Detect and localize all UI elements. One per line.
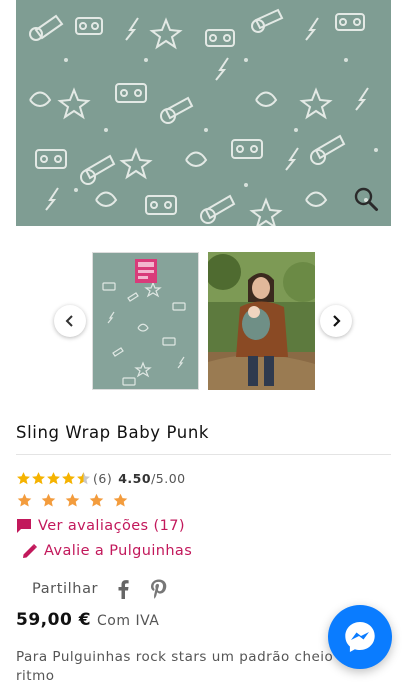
- product-price: 59,00 €: [16, 610, 92, 630]
- star-full-icon: [17, 471, 30, 484]
- thumbnail-person-wearing[interactable]: [208, 252, 315, 390]
- person-thumbnail-image: [208, 252, 315, 390]
- chevron-right-icon: [333, 315, 341, 327]
- product-main-image[interactable]: [16, 0, 391, 226]
- rating-average: 4.50: [118, 470, 152, 486]
- star-full-icon: [62, 471, 75, 484]
- messenger-icon: [345, 622, 375, 652]
- thumbnail-fabric[interactable]: [92, 252, 199, 390]
- price-block: 59,00 € Com IVA: [16, 610, 159, 630]
- star-half-icon: [77, 471, 90, 484]
- rate-star-icon[interactable]: [16, 492, 33, 509]
- rate-product-link[interactable]: Avalie a Pulguinhas: [22, 543, 192, 559]
- view-reviews-link[interactable]: Ver avaliações (17): [16, 518, 185, 534]
- share-label: Partilhar: [32, 581, 99, 597]
- messenger-chat-button[interactable]: [328, 605, 392, 669]
- rate-star-icon[interactable]: [88, 492, 105, 509]
- chevron-left-icon: [65, 315, 73, 327]
- rate-star-icon[interactable]: [64, 492, 81, 509]
- rate-star-icon[interactable]: [112, 492, 129, 509]
- divider: [16, 454, 391, 455]
- rate-product-label: Avalie a Pulguinhas: [44, 543, 193, 559]
- rating-max: /5.00: [151, 470, 186, 486]
- fabric-thumbnail-image: [93, 253, 198, 389]
- star-full-icon: [47, 471, 60, 484]
- star-full-icon: [32, 471, 45, 484]
- product-title: Sling Wrap Baby Punk: [16, 423, 210, 442]
- rating-count: (6): [93, 470, 113, 486]
- share-bar: Partilhar: [32, 578, 184, 600]
- facebook-icon[interactable]: [112, 578, 134, 600]
- carousel-next-button[interactable]: [320, 305, 352, 337]
- rating-stars: [16, 471, 91, 486]
- pencil-icon: [23, 544, 37, 558]
- fabric-pattern: [16, 0, 391, 226]
- view-reviews-label: Ver avaliações (17): [38, 518, 185, 534]
- pinterest-icon[interactable]: [148, 578, 170, 600]
- rate-star-icon[interactable]: [40, 492, 57, 509]
- rate-stars-input[interactable]: [16, 492, 129, 509]
- thumbnail-carousel: [0, 252, 407, 392]
- zoom-icon[interactable]: [353, 186, 379, 212]
- tax-note: Com IVA: [97, 613, 160, 629]
- carousel-prev-button[interactable]: [54, 305, 86, 337]
- rating-summary: (6) 4.50 /5.00: [16, 470, 186, 486]
- comment-icon: [17, 519, 31, 533]
